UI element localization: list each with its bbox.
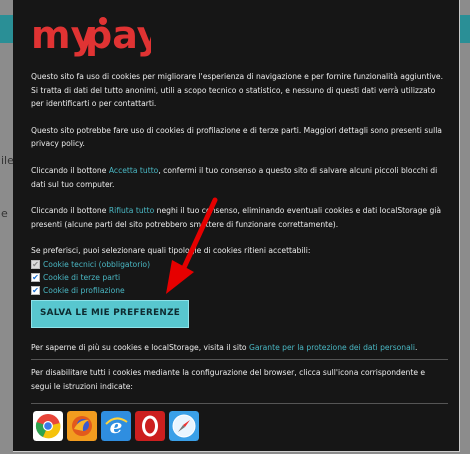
checkbox-label: Cookie di profilazione bbox=[43, 285, 125, 295]
background-header-right bbox=[460, 15, 470, 43]
intro-paragraph-5: Se preferisci, puoi selezionare quali ti… bbox=[31, 246, 311, 256]
checkbox-technical: ✔ bbox=[31, 259, 40, 269]
accept-all-reference: Accetta tutto bbox=[108, 165, 159, 175]
checkbox-label: Cookie di terze parti bbox=[43, 272, 121, 282]
checkbox-label: Cookie tecnici (obbligatorio) bbox=[43, 259, 151, 269]
checkbox-row-profiling[interactable]: ✔ Cookie di profilazione bbox=[31, 284, 443, 297]
intro-paragraph-4: Cliccando il bottone Rifiuta tutto neghi… bbox=[31, 206, 442, 229]
logo-pay: pay bbox=[85, 14, 151, 57]
opera-icon[interactable] bbox=[135, 411, 165, 441]
divider bbox=[31, 403, 448, 404]
intro-paragraph-1: Questo sito fa uso di cookies per miglio… bbox=[31, 72, 443, 109]
browser-icons: e bbox=[33, 411, 199, 441]
background-text-fragment: e bbox=[1, 207, 8, 220]
edge-icon[interactable]: e bbox=[101, 411, 131, 441]
intro-paragraph-3: Cliccando il bottone Accetta tutto, conf… bbox=[31, 165, 438, 189]
firefox-icon[interactable] bbox=[67, 411, 97, 441]
chrome-icon[interactable] bbox=[33, 411, 63, 441]
checkbox-row-third-party[interactable]: ✔ Cookie di terze parti bbox=[31, 271, 443, 284]
cookie-consent-dialog: my pay Questo sito fa uso di cookies per… bbox=[13, 0, 460, 452]
more-info-paragraph: Per saperne di più su cookies e localSto… bbox=[31, 342, 418, 352]
checkbox-profiling[interactable]: ✔ bbox=[31, 285, 40, 295]
reject-all-reference: Rifiuta tutto bbox=[108, 206, 155, 216]
save-preferences-button[interactable]: SALVA LE MIE PREFERENZE bbox=[31, 299, 190, 328]
divider bbox=[31, 359, 448, 360]
garante-link[interactable]: Garante per la protezione dei dati perso… bbox=[249, 343, 415, 352]
background-text-fragment: ile bbox=[1, 154, 14, 167]
background-header-left bbox=[0, 15, 14, 43]
cookie-options: ✔ Cookie tecnici (obbligatorio) ✔ Cookie… bbox=[31, 258, 443, 297]
checkbox-third-party[interactable]: ✔ bbox=[31, 272, 40, 282]
intro-paragraph-2: Questo sito potrebbe fare uso di cookies… bbox=[31, 125, 442, 149]
logo-dot bbox=[99, 17, 107, 25]
disable-info: Per disabilitare tutti i cookies mediant… bbox=[31, 368, 426, 391]
mypay-logo: my pay bbox=[31, 14, 151, 57]
cookie-text: Questo sito fa uso di cookies per miglio… bbox=[31, 70, 443, 354]
safari-icon[interactable] bbox=[169, 411, 199, 441]
checkbox-row-technical[interactable]: ✔ Cookie tecnici (obbligatorio) bbox=[31, 258, 443, 271]
